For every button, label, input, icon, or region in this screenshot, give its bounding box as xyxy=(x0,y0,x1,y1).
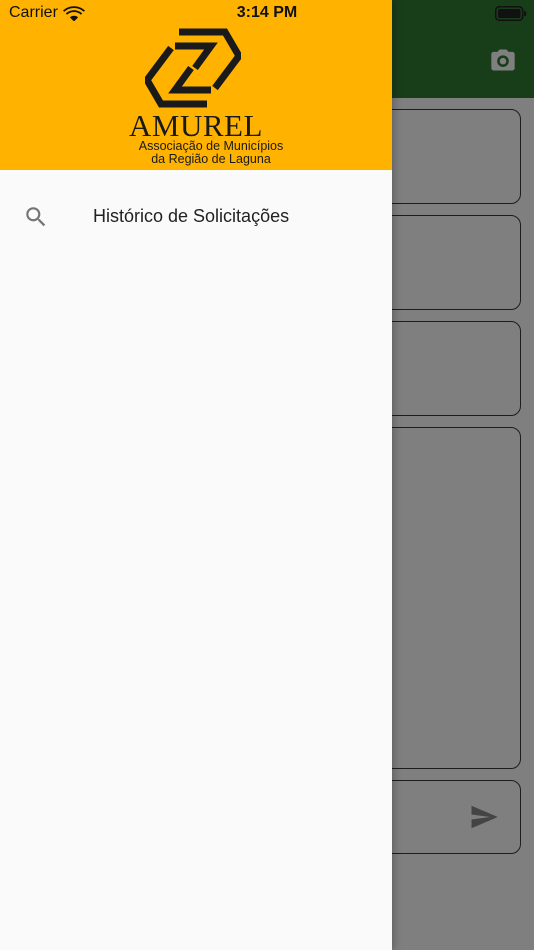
logo-title: AMUREL xyxy=(129,108,263,143)
amurel-logo-icon xyxy=(145,28,241,108)
logo-subtitle-line2: da Região de Laguna xyxy=(151,152,271,166)
status-time: 3:14 PM xyxy=(236,4,298,21)
send-icon[interactable] xyxy=(468,802,500,832)
battery-icon xyxy=(495,6,527,21)
search-icon xyxy=(26,207,46,227)
logo-subtitle-line1: Associação de Municípios xyxy=(138,139,284,153)
drawer-item-label: Histórico de Solicitações xyxy=(93,206,290,226)
drawer-item-historico[interactable]: Histórico de Solicitações xyxy=(0,188,392,244)
status-bar: Carrier 3:14 PM xyxy=(0,0,534,26)
navigation-drawer: AMUREL Associação de Municípios da Regiã… xyxy=(0,0,392,950)
